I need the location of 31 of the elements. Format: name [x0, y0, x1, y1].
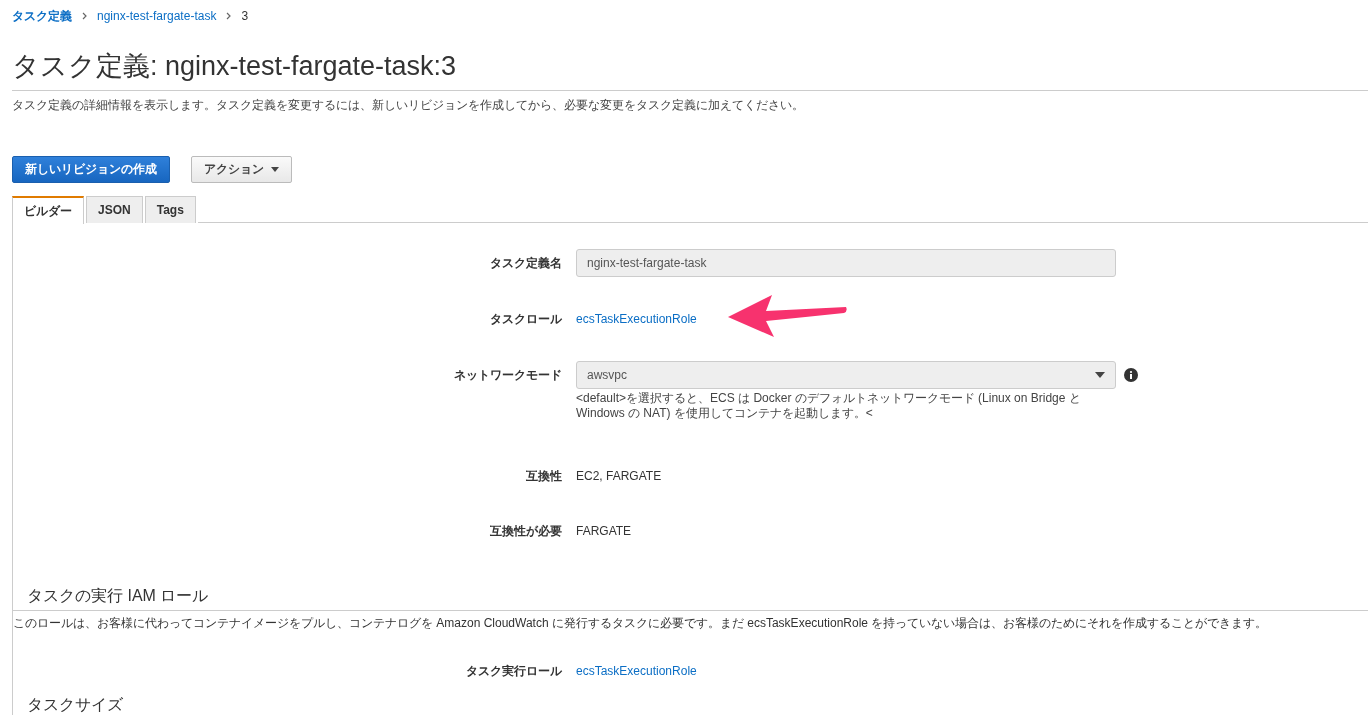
- field-label: ネットワークモード: [453, 367, 563, 384]
- tab[interactable]: Tags: [144, 196, 196, 223]
- actions-dropdown-button[interactable]: アクション: [191, 156, 292, 183]
- field-label: タスクロール: [489, 311, 563, 328]
- create-revision-button[interactable]: 新しいリビジョンの作成: [12, 156, 170, 183]
- section-heading: タスクの実行 IAM ロール: [27, 586, 210, 606]
- field-value: EC2, FARGATE: [576, 469, 662, 483]
- field-label: タスク定義名: [489, 255, 563, 272]
- tab[interactable]: ビルダー: [12, 196, 84, 224]
- info-icon[interactable]: [1124, 368, 1138, 382]
- breadcrumb-current: 3: [241, 9, 249, 23]
- field-label: 互換性: [525, 468, 563, 485]
- section-heading: タスクサイズ: [27, 695, 124, 715]
- breadcrumb-link[interactable]: タスク定義: [12, 7, 72, 25]
- tab[interactable]: JSON: [86, 196, 143, 223]
- field-label: 互換性が必要: [489, 523, 563, 540]
- network-mode-select[interactable]: awsvpc: [576, 361, 1116, 389]
- chevron-icon: [226, 12, 232, 20]
- task-definition-name-field[interactable]: nginx-test-fargate-task: [576, 249, 1116, 277]
- caret-icon: [271, 167, 279, 172]
- help-text: <default>を選択すると、ECS は Docker のデフォルトネットワークモード (Linux on Bridge と Windows の NAT) を使用してコンテナを起動します。<: [576, 391, 1082, 421]
- field-label: タスク実行ロール: [465, 663, 563, 680]
- section-description: このロールは、お客様に代わってコンテナイメージをプルし、コンテナログを Amazon CloudWatch に発行するタスクに必要です。まだ ecsTaskExecutionRole を持っていない場合は、お客様のためにそれを作成することができます。: [13, 615, 1269, 632]
- breadcrumb-link[interactable]: nginx-test-fargate-task: [97, 9, 217, 23]
- chevron-icon: [82, 12, 87, 20]
- role-link[interactable]: ecsTaskExecutionRole: [576, 312, 697, 326]
- page-description: タスク定義の詳細情報を表示します。タスク定義を変更するには、新しいリビジョンを作成してから、必要な変更をタスク定義に加えてください。: [12, 97, 805, 114]
- field-value: FARGATE: [576, 524, 632, 538]
- caret-icon: [1095, 372, 1105, 378]
- page-title: タスク定義: nginx-test-fargate-task:3: [12, 50, 458, 82]
- role-link[interactable]: ecsTaskExecutionRole: [576, 664, 697, 678]
